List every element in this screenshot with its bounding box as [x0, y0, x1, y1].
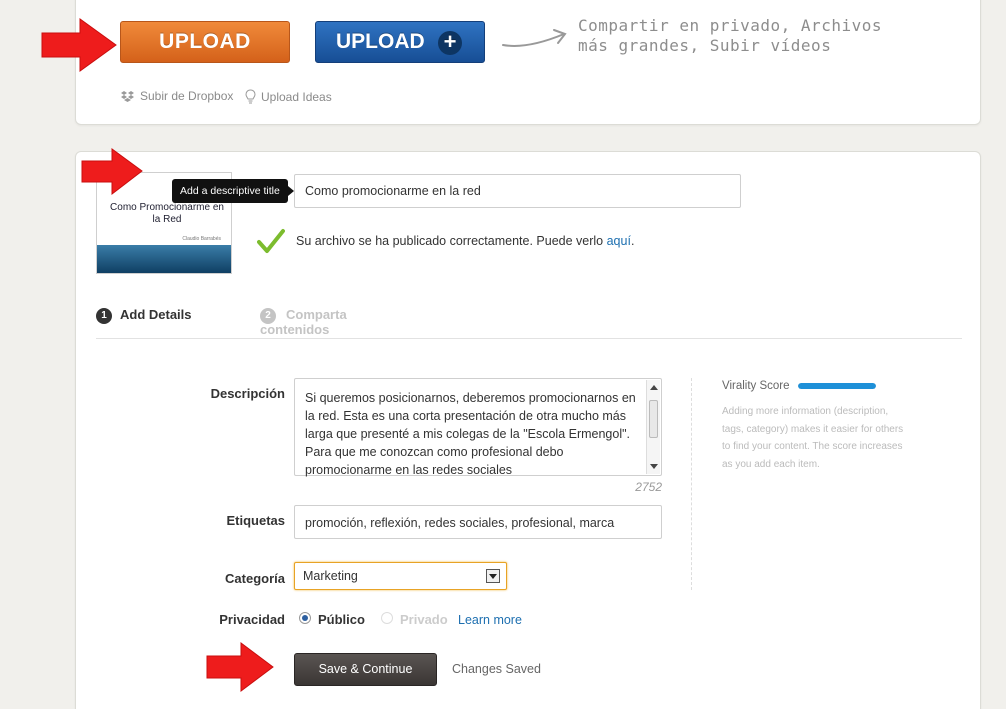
plus-icon: + — [438, 31, 462, 55]
step-share[interactable]: 2 Comparta contenidos — [260, 307, 375, 337]
step-label: Comparta contenidos — [260, 307, 347, 337]
red-arrow-icon — [41, 18, 117, 72]
public-radio[interactable] — [299, 612, 311, 624]
sidebar-divider — [691, 378, 692, 590]
tags-input[interactable]: promoción, reflexión, redes sociales, pr… — [294, 505, 662, 539]
virality-bar — [797, 383, 876, 389]
dropbox-link-label: Subir de Dropbox — [140, 89, 234, 103]
upload-ideas-label: Upload Ideas — [261, 90, 332, 104]
thumbnail-band — [97, 245, 231, 273]
scroll-up-icon[interactable] — [650, 385, 658, 390]
virality-help: Adding more information (description, ta… — [722, 406, 904, 470]
upload-ideas-link[interactable]: Upload Ideas — [245, 89, 332, 105]
description-textarea[interactable]: Si queremos posicionarnos, deberemos pro… — [294, 378, 662, 477]
premium-note: Compartir en privado, Archivos más grand… — [578, 16, 882, 56]
category-select[interactable]: Marketing — [294, 562, 507, 590]
premium-note-line2: más grandes, Subir vídeos — [578, 36, 832, 55]
changes-saved-status: Changes Saved — [452, 662, 541, 676]
thumbnail-title: Como Promocionarme en la Red — [110, 202, 224, 225]
premium-note-line1: Compartir en privado, Archivos — [578, 16, 882, 35]
title-tooltip: Add a descriptive title — [172, 179, 294, 203]
description-scrollbar[interactable] — [646, 380, 660, 474]
publish-status-end: . — [630, 234, 635, 248]
chevron-down-icon[interactable] — [486, 569, 500, 583]
step-number: 2 — [260, 308, 276, 324]
public-radio-label: Público — [318, 612, 365, 627]
scroll-down-icon[interactable] — [650, 464, 658, 469]
description-label: Descripción — [210, 386, 285, 401]
private-radio-label: Privado — [400, 612, 448, 627]
private-radio[interactable] — [381, 612, 393, 624]
upload-plus-label: UPLOAD — [336, 30, 425, 53]
step-label: Add Details — [120, 307, 192, 322]
red-arrow-icon — [206, 642, 274, 692]
category-value: Marketing — [303, 569, 358, 583]
title-input[interactable]: Como promocionarme en la red — [294, 174, 741, 208]
red-arrow-icon — [81, 148, 143, 196]
dropbox-link[interactable]: Subir de Dropbox — [120, 89, 233, 103]
step-number: 1 — [96, 308, 112, 324]
description-text: Si queremos posicionarnos, deberemos pro… — [305, 391, 636, 477]
view-link[interactable]: aquí — [607, 234, 631, 248]
thumbnail-author: Claudio Barrabés — [182, 236, 221, 242]
checkmark-icon — [257, 229, 285, 253]
dropbox-icon — [121, 90, 134, 102]
scroll-thumb[interactable] — [649, 400, 658, 438]
steps-divider — [96, 338, 962, 339]
upload-plus-button[interactable]: UPLOAD + — [315, 21, 485, 63]
publish-status-text: Su archivo se ha publicado correctamente… — [296, 234, 607, 248]
upload-button[interactable]: UPLOAD — [120, 21, 290, 63]
category-label: Categoría — [225, 571, 285, 586]
virality-label: Virality Score — [722, 380, 790, 392]
curved-arrow-icon — [502, 29, 567, 47]
virality-score: Virality Score — [722, 380, 876, 392]
lightbulb-icon — [245, 89, 256, 104]
tags-label: Etiquetas — [226, 513, 285, 528]
learn-more-link[interactable]: Learn more — [458, 613, 522, 627]
privacy-label: Privacidad — [219, 612, 285, 627]
step-add-details[interactable]: 1 Add Details — [96, 307, 192, 324]
char-count: 2752 — [635, 480, 662, 494]
virality-bar-fill — [797, 383, 876, 389]
save-continue-button[interactable]: Save & Continue — [294, 653, 437, 686]
publish-status: Su archivo se ha publicado correctamente… — [296, 234, 634, 248]
